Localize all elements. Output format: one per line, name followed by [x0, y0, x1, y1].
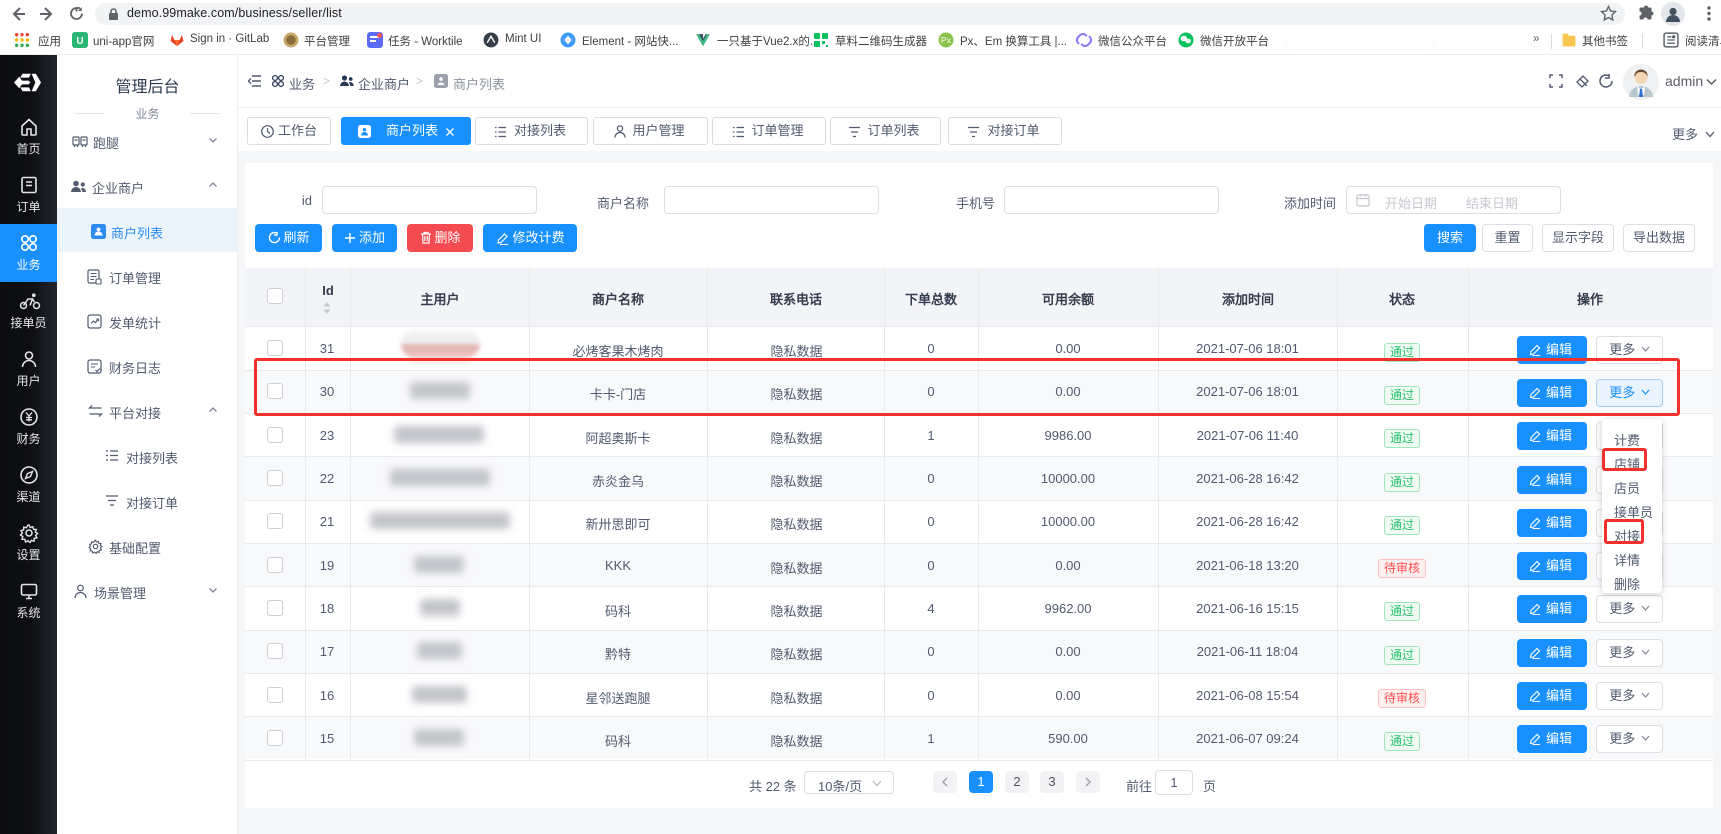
svg-text:Px: Px [941, 35, 952, 45]
svg-text:U: U [76, 36, 83, 47]
